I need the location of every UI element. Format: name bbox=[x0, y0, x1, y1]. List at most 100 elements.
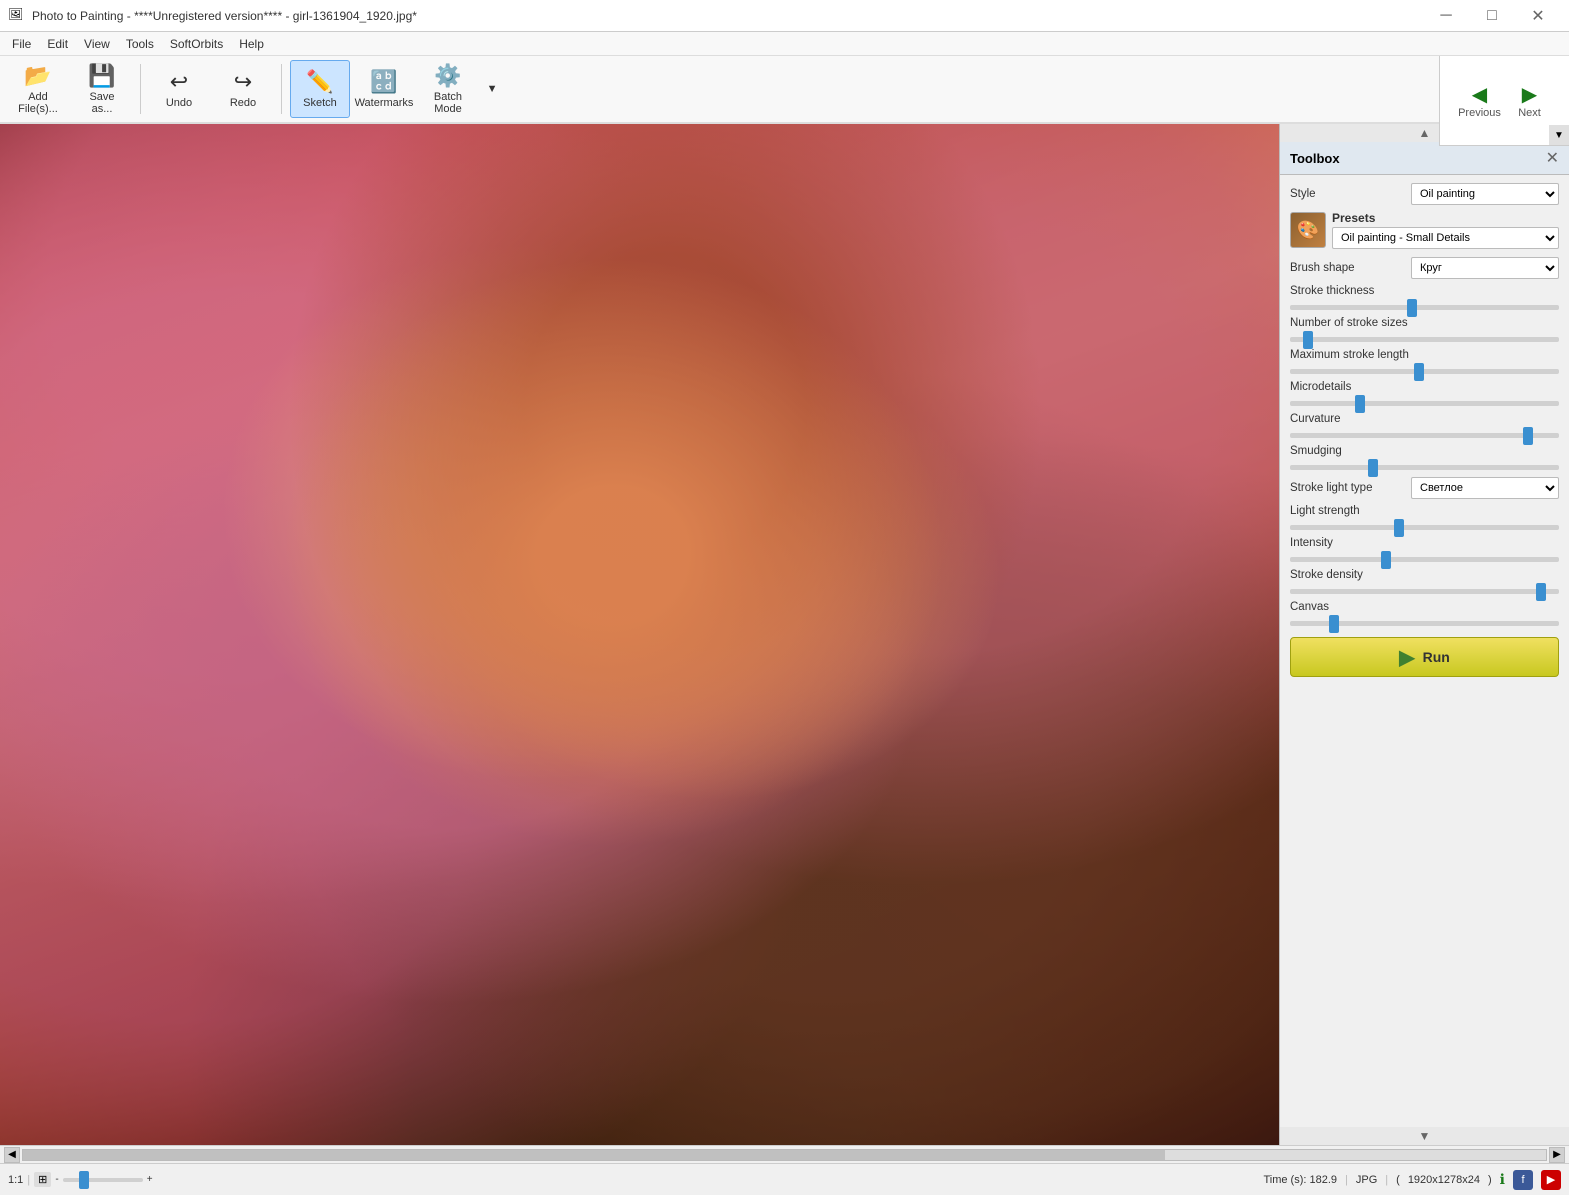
microdetails-slider[interactable] bbox=[1290, 401, 1559, 406]
brush-shape-select[interactable]: Круг bbox=[1411, 257, 1559, 279]
save-label: Save as... bbox=[89, 91, 114, 115]
status-right: Time (s): 182.9 | JPG | ( 1920x1278x24 )… bbox=[1263, 1170, 1561, 1190]
redo-button[interactable]: ↪ Redo bbox=[213, 60, 273, 118]
canvas-slider[interactable] bbox=[1290, 621, 1559, 626]
watermarks-label: Watermarks bbox=[355, 97, 414, 109]
toolbox-scroll-down[interactable]: ▼ bbox=[1280, 1127, 1569, 1145]
batch-icon: ⚙️ bbox=[434, 63, 461, 89]
undo-icon: ↩ bbox=[170, 69, 188, 95]
youtube-icon[interactable]: ▶ bbox=[1541, 1170, 1561, 1190]
menu-help[interactable]: Help bbox=[231, 35, 272, 53]
toolbar-separator-1 bbox=[140, 64, 141, 114]
toolbox-title: Toolbox bbox=[1290, 151, 1340, 166]
previous-label: Previous bbox=[1458, 107, 1501, 119]
presets-label: Presets bbox=[1332, 211, 1559, 225]
light-strength-slider[interactable] bbox=[1290, 525, 1559, 530]
facebook-icon[interactable]: f bbox=[1513, 1170, 1533, 1190]
max-stroke-length-slider[interactable] bbox=[1290, 369, 1559, 374]
brush-shape-row: Brush shape Круг bbox=[1290, 257, 1559, 279]
window-controls: ─ □ ✕ bbox=[1423, 0, 1561, 32]
image-dimensions: ( bbox=[1396, 1174, 1400, 1186]
horizontal-scrollbar-area: ◀ ▶ bbox=[0, 1145, 1569, 1163]
app-icon: 🖼 bbox=[8, 7, 26, 25]
info-icon[interactable]: ℹ bbox=[1500, 1171, 1505, 1188]
presets-row: 🎨 Presets Oil painting - Small Details bbox=[1290, 211, 1559, 249]
style-select[interactable]: Oil painting bbox=[1411, 183, 1559, 205]
toolbar-separator-2 bbox=[281, 64, 282, 114]
zoom-plus-icon: + bbox=[147, 1174, 153, 1185]
stroke-light-type-select[interactable]: Светлое bbox=[1411, 477, 1559, 499]
presets-select[interactable]: Oil painting - Small Details bbox=[1332, 227, 1559, 249]
toolbox-close-button[interactable]: ✕ bbox=[1546, 148, 1559, 168]
run-button[interactable]: ▶ Run bbox=[1290, 637, 1559, 677]
minimize-button[interactable]: ─ bbox=[1423, 0, 1469, 32]
num-stroke-sizes-slider[interactable] bbox=[1290, 337, 1559, 342]
microdetails-label: Microdetails bbox=[1290, 381, 1559, 393]
previous-icon: ◀ bbox=[1472, 82, 1487, 107]
more-icon: ▼ bbox=[487, 83, 498, 95]
toolbox-content: Style Oil painting 🎨 Presets Oil paintin… bbox=[1280, 175, 1569, 1127]
add-files-button[interactable]: 📂 Add File(s)... bbox=[8, 60, 68, 118]
zoom-slider[interactable] bbox=[63, 1178, 143, 1182]
status-bar: 1:1 | ⊞ - + Time (s): 182.9 | JPG | ( 19… bbox=[0, 1163, 1569, 1195]
previous-button[interactable]: ◀ Previous bbox=[1455, 51, 1505, 151]
canvas-label: Canvas bbox=[1290, 601, 1559, 613]
presets-right: Presets Oil painting - Small Details bbox=[1332, 211, 1559, 249]
run-label: Run bbox=[1423, 649, 1450, 665]
sketch-icon: ✏️ bbox=[306, 69, 333, 95]
save-icon: 💾 bbox=[88, 63, 115, 89]
menu-softorbits[interactable]: SoftOrbits bbox=[162, 35, 231, 53]
status-divider-3: | bbox=[1385, 1174, 1388, 1186]
menu-file[interactable]: File bbox=[4, 35, 39, 53]
nav-down-arrow[interactable]: ▼ bbox=[1549, 125, 1569, 145]
light-strength-row: Light strength bbox=[1290, 505, 1559, 533]
image-format: JPG bbox=[1356, 1174, 1377, 1186]
zoom-level: 1:1 bbox=[8, 1174, 23, 1186]
smudging-slider[interactable] bbox=[1290, 465, 1559, 470]
horizontal-scroll-thumb[interactable] bbox=[23, 1150, 1165, 1160]
style-row: Style Oil painting bbox=[1290, 183, 1559, 205]
curvature-slider[interactable] bbox=[1290, 433, 1559, 438]
menu-view[interactable]: View bbox=[76, 35, 118, 53]
max-stroke-length-row: Maximum stroke length bbox=[1290, 349, 1559, 377]
next-button[interactable]: ▶ Next bbox=[1505, 51, 1555, 151]
image-area bbox=[0, 124, 1279, 1145]
save-as-button[interactable]: 💾 Save as... bbox=[72, 60, 132, 118]
intensity-slider[interactable] bbox=[1290, 557, 1559, 562]
menu-tools[interactable]: Tools bbox=[118, 35, 162, 53]
toolbar: 📂 Add File(s)... 💾 Save as... ↩ Undo ↪ R… bbox=[0, 56, 1569, 124]
max-stroke-length-label: Maximum stroke length bbox=[1290, 349, 1559, 361]
zoom-fit-button[interactable]: ⊞ bbox=[34, 1172, 51, 1187]
style-label: Style bbox=[1290, 188, 1405, 200]
close-button[interactable]: ✕ bbox=[1515, 0, 1561, 32]
redo-label: Redo bbox=[230, 97, 256, 109]
watermarks-icon: 🔡 bbox=[370, 69, 397, 95]
scroll-right-button[interactable]: ▶ bbox=[1549, 1147, 1565, 1163]
redo-icon: ↪ bbox=[234, 69, 252, 95]
sketch-button[interactable]: ✏️ Sketch bbox=[290, 60, 350, 118]
next-icon: ▶ bbox=[1522, 82, 1537, 107]
stroke-density-slider[interactable] bbox=[1290, 589, 1559, 594]
stroke-light-type-label: Stroke light type bbox=[1290, 482, 1405, 494]
undo-button[interactable]: ↩ Undo bbox=[149, 60, 209, 118]
nav-area: ◀ Previous ▶ Next ▼ bbox=[1439, 56, 1569, 146]
undo-label: Undo bbox=[166, 97, 192, 109]
num-stroke-sizes-label: Number of stroke sizes bbox=[1290, 317, 1559, 329]
light-strength-label: Light strength bbox=[1290, 505, 1559, 517]
batch-mode-button[interactable]: ⚙️ Batch Mode bbox=[418, 60, 478, 118]
painting-canvas bbox=[0, 124, 1279, 1145]
stroke-thickness-slider[interactable] bbox=[1290, 305, 1559, 310]
canvas-row: Canvas bbox=[1290, 601, 1559, 629]
toolbox-panel: ▲ Toolbox ✕ Style Oil painting 🎨 Presets bbox=[1279, 124, 1569, 1145]
menu-edit[interactable]: Edit bbox=[39, 35, 76, 53]
maximize-button[interactable]: □ bbox=[1469, 0, 1515, 32]
batch-label: Batch Mode bbox=[434, 91, 462, 115]
horizontal-scroll-track[interactable] bbox=[22, 1149, 1547, 1161]
num-stroke-sizes-row: Number of stroke sizes bbox=[1290, 317, 1559, 345]
preset-icon: 🎨 bbox=[1290, 212, 1326, 248]
watermarks-button[interactable]: 🔡 Watermarks bbox=[354, 60, 414, 118]
scroll-left-button[interactable]: ◀ bbox=[4, 1147, 20, 1163]
add-files-icon: 📂 bbox=[24, 63, 51, 89]
sketch-label: Sketch bbox=[303, 97, 337, 109]
more-button[interactable]: ▼ bbox=[482, 60, 502, 118]
